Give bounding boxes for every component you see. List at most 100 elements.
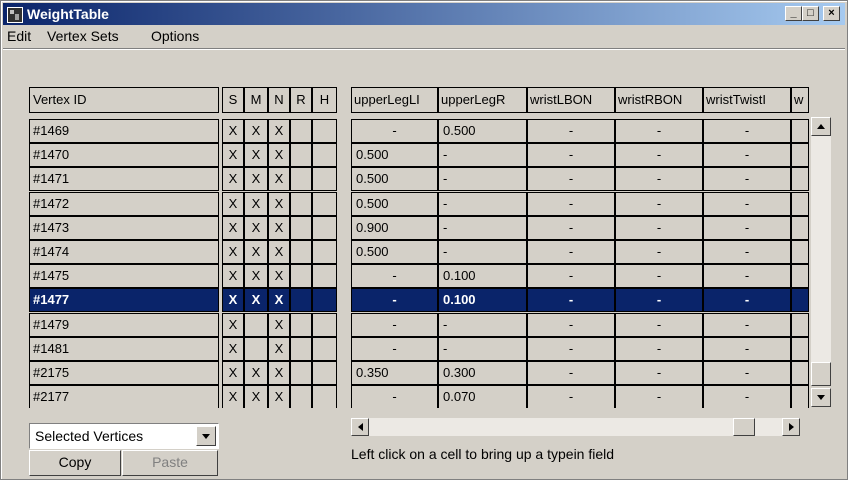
flag-cell[interactable]: X bbox=[222, 143, 244, 167]
flag-cell[interactable] bbox=[312, 119, 337, 143]
flag-cell[interactable]: X bbox=[268, 288, 290, 312]
flag-cell[interactable]: X bbox=[268, 143, 290, 167]
weight-cell[interactable]: - bbox=[703, 288, 791, 312]
scroll-left-button[interactable] bbox=[351, 418, 369, 436]
flag-cell[interactable] bbox=[312, 143, 337, 167]
flag-cell[interactable]: X bbox=[268, 192, 290, 216]
weight-cell[interactable]: - bbox=[703, 361, 791, 385]
weight-cell[interactable]: - bbox=[438, 192, 527, 216]
weight-cell[interactable]: - bbox=[527, 143, 615, 167]
vertex-id-cell[interactable]: #1481 bbox=[29, 337, 219, 361]
weight-cell[interactable]: - bbox=[527, 288, 615, 312]
weight-cell[interactable]: - bbox=[703, 167, 791, 191]
vertex-id-cell[interactable]: #1471 bbox=[29, 167, 219, 191]
weight-cell[interactable]: 0.500 bbox=[351, 143, 438, 167]
flag-cell[interactable] bbox=[312, 288, 337, 312]
flag-cell[interactable]: X bbox=[268, 216, 290, 240]
vertex-id-cell[interactable]: #1470 bbox=[29, 143, 219, 167]
weight-cell-partial[interactable] bbox=[791, 288, 809, 312]
flag-cell[interactable]: X bbox=[244, 143, 268, 167]
flag-cell[interactable]: X bbox=[244, 240, 268, 264]
weight-cell[interactable]: - bbox=[527, 167, 615, 191]
flag-cell[interactable]: X bbox=[268, 337, 290, 361]
vertical-scroll-track[interactable] bbox=[811, 136, 831, 362]
weight-cell[interactable]: - bbox=[351, 288, 438, 312]
flag-cell[interactable] bbox=[312, 167, 337, 191]
weight-cell[interactable]: - bbox=[351, 385, 438, 409]
weight-cell[interactable]: - bbox=[438, 216, 527, 240]
weight-cell[interactable]: - bbox=[527, 240, 615, 264]
flag-cell[interactable]: X bbox=[222, 337, 244, 361]
flag-cell[interactable] bbox=[290, 143, 312, 167]
horizontal-scroll-track-end[interactable] bbox=[755, 418, 782, 436]
flag-cell[interactable]: X bbox=[222, 240, 244, 264]
vertex-id-cell[interactable]: #1472 bbox=[29, 192, 219, 216]
weight-cell-partial[interactable] bbox=[791, 313, 809, 337]
column-header-weight[interactable]: upperLegR bbox=[438, 87, 527, 113]
weight-cell[interactable]: - bbox=[527, 313, 615, 337]
weight-cell-partial[interactable] bbox=[791, 143, 809, 167]
flag-cell[interactable] bbox=[312, 313, 337, 337]
weight-cell[interactable]: - bbox=[615, 240, 703, 264]
flag-cell[interactable] bbox=[290, 337, 312, 361]
flag-cell[interactable]: X bbox=[222, 216, 244, 240]
weight-cell[interactable]: - bbox=[703, 337, 791, 361]
scroll-up-button[interactable] bbox=[811, 117, 831, 136]
column-header-h[interactable]: H bbox=[312, 87, 337, 113]
flag-cell[interactable]: X bbox=[244, 361, 268, 385]
menu-edit[interactable]: Edit bbox=[7, 28, 31, 44]
weight-cell[interactable]: - bbox=[351, 119, 438, 143]
flag-cell[interactable] bbox=[244, 313, 268, 337]
flag-cell[interactable] bbox=[290, 240, 312, 264]
weight-cell[interactable]: - bbox=[615, 313, 703, 337]
weight-cell[interactable]: 0.500 bbox=[438, 119, 527, 143]
flag-cell[interactable]: X bbox=[244, 192, 268, 216]
flag-cell[interactable] bbox=[312, 240, 337, 264]
flag-cell[interactable] bbox=[312, 192, 337, 216]
column-header-vertex-id[interactable]: Vertex ID bbox=[29, 87, 219, 113]
column-header-r[interactable]: R bbox=[290, 87, 312, 113]
column-header-weight[interactable]: wristTwistI bbox=[703, 87, 791, 113]
weight-cell[interactable]: - bbox=[615, 337, 703, 361]
flag-cell[interactable]: X bbox=[268, 313, 290, 337]
weight-cell[interactable]: - bbox=[527, 385, 615, 409]
scroll-right-button[interactable] bbox=[782, 418, 800, 436]
weight-cell[interactable]: - bbox=[615, 385, 703, 409]
weight-cell-partial[interactable] bbox=[791, 264, 809, 288]
weight-cell[interactable]: - bbox=[615, 216, 703, 240]
flag-cell[interactable] bbox=[290, 361, 312, 385]
column-header-weight[interactable]: wristRBON bbox=[615, 87, 703, 113]
copy-button[interactable]: Copy bbox=[29, 450, 121, 476]
flag-cell[interactable] bbox=[290, 216, 312, 240]
column-header-m[interactable]: M bbox=[244, 87, 268, 113]
vertical-scroll-thumb[interactable] bbox=[811, 362, 831, 386]
paste-button[interactable]: Paste bbox=[122, 450, 218, 476]
weight-cell-partial[interactable] bbox=[791, 361, 809, 385]
flag-cell[interactable] bbox=[312, 337, 337, 361]
flag-cell[interactable] bbox=[290, 119, 312, 143]
weight-cell[interactable]: - bbox=[438, 143, 527, 167]
weight-cell[interactable]: - bbox=[351, 264, 438, 288]
flag-cell[interactable]: X bbox=[222, 288, 244, 312]
flag-cell[interactable] bbox=[312, 216, 337, 240]
weight-cell[interactable]: - bbox=[615, 361, 703, 385]
flag-cell[interactable]: X bbox=[268, 361, 290, 385]
flag-cell[interactable]: X bbox=[268, 167, 290, 191]
weight-cell[interactable]: - bbox=[703, 192, 791, 216]
weight-cell[interactable]: - bbox=[615, 143, 703, 167]
flag-cell[interactable]: X bbox=[244, 167, 268, 191]
weight-cell[interactable]: - bbox=[703, 385, 791, 409]
flag-cell[interactable]: X bbox=[268, 119, 290, 143]
flag-cell[interactable] bbox=[290, 385, 312, 409]
vertex-id-cell[interactable]: #1474 bbox=[29, 240, 219, 264]
flag-cell[interactable]: X bbox=[222, 167, 244, 191]
flag-cell[interactable]: X bbox=[244, 288, 268, 312]
weight-cell[interactable]: - bbox=[615, 167, 703, 191]
flag-cell[interactable]: X bbox=[268, 240, 290, 264]
weight-cell[interactable]: - bbox=[615, 119, 703, 143]
weight-cell[interactable]: - bbox=[703, 143, 791, 167]
weight-cell-partial[interactable] bbox=[791, 167, 809, 191]
flag-cell[interactable]: X bbox=[222, 264, 244, 288]
weight-cell[interactable]: - bbox=[615, 192, 703, 216]
weight-cell[interactable]: - bbox=[438, 167, 527, 191]
